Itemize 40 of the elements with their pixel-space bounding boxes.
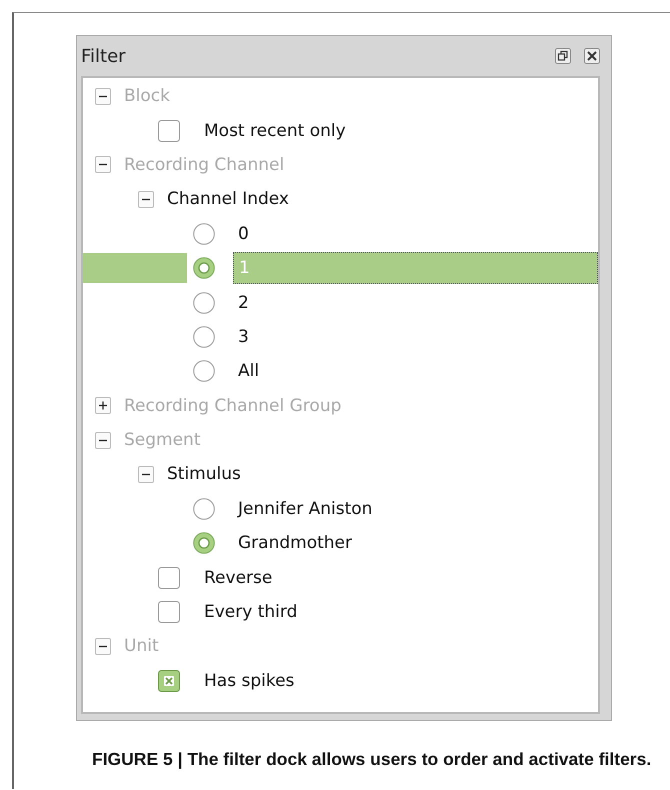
subgroup-label: Channel Index: [167, 189, 289, 210]
expand-icon[interactable]: [95, 397, 111, 414]
collapse-icon[interactable]: [95, 156, 111, 174]
radio-label: 2: [237, 292, 250, 313]
radio-label: Jennifer Aniston: [236, 498, 374, 519]
collapse-icon[interactable]: [138, 466, 154, 483]
checkbox-label: Most recent only: [204, 120, 346, 141]
close-icon[interactable]: [584, 48, 600, 64]
radio-button[interactable]: [193, 498, 215, 520]
checkbox-label: Every third: [204, 602, 298, 622]
figure-caption: FIGURE 5 | The filter dock allows users to order and activate filters.: [92, 749, 652, 770]
radio-button[interactable]: [193, 326, 215, 348]
collapse-icon[interactable]: [138, 190, 154, 208]
radio-label: 0: [237, 224, 250, 244]
collapse-icon[interactable]: [95, 88, 111, 105]
radio-button[interactable]: [193, 292, 215, 314]
checkbox[interactable]: [158, 120, 180, 142]
radio-button[interactable]: [193, 222, 215, 245]
radio-button[interactable]: [193, 532, 215, 554]
radio-button[interactable]: [193, 360, 215, 382]
subgroup-label: Stimulus: [167, 464, 241, 484]
checkbox-label: Reverse: [204, 568, 272, 588]
group-label: Block: [124, 86, 170, 106]
group-label: Recording Channel: [124, 154, 284, 175]
checkbox[interactable]: [158, 566, 180, 589]
checkbox[interactable]: [158, 670, 180, 692]
radio-button[interactable]: [193, 257, 215, 280]
group-label: Segment: [124, 430, 200, 450]
group-label: Recording Channel Group: [124, 396, 342, 416]
collapse-icon[interactable]: [95, 432, 111, 449]
float-icon[interactable]: [555, 48, 571, 64]
collapse-icon[interactable]: [95, 638, 111, 655]
checkbox[interactable]: [158, 601, 180, 624]
radio-label: All: [237, 361, 260, 382]
dock-title: Filter: [81, 46, 126, 66]
group-label: Unit: [124, 636, 159, 656]
radio-label: Grandmother: [237, 533, 353, 554]
radio-label: 1: [233, 252, 598, 284]
checkbox-label: Has spikes: [204, 670, 294, 691]
radio-label: 3: [237, 326, 250, 347]
